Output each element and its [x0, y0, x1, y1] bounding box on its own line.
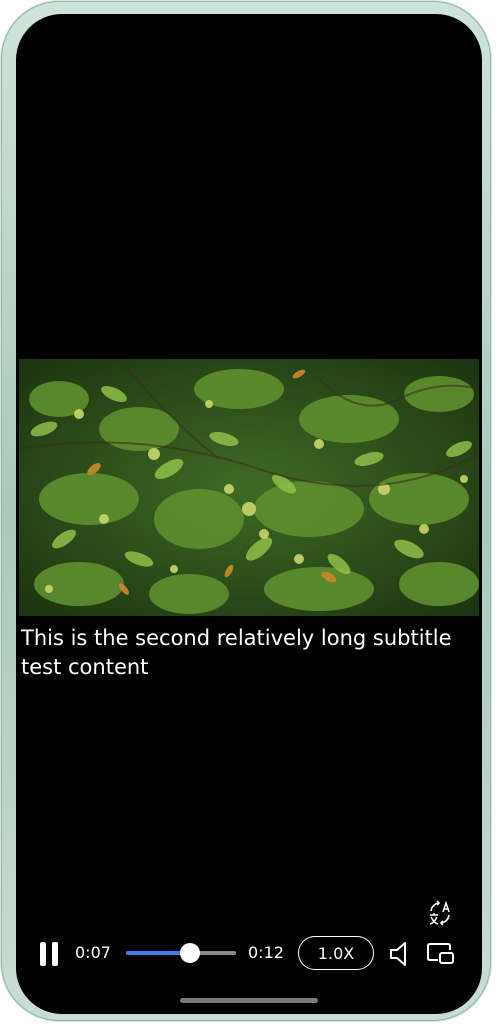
video-frame[interactable] [19, 359, 479, 616]
pause-button[interactable] [36, 939, 62, 969]
subtitle-text: This is the second relatively long subti… [21, 626, 452, 679]
volume-button[interactable] [388, 939, 414, 969]
playback-speed-button[interactable]: 1.0X [298, 936, 374, 970]
translate-icon [429, 900, 450, 926]
video-player-screen: This is the second relatively long subti… [16, 14, 482, 1014]
phone-frame: This is the second relatively long subti… [1, 1, 491, 1021]
total-time: 0:12 [248, 943, 284, 962]
home-indicator[interactable] [180, 998, 318, 1003]
pause-icon-bar [52, 942, 58, 966]
picture-in-picture-button[interactable] [426, 940, 456, 968]
translate-button[interactable] [426, 899, 454, 927]
progress-knob[interactable] [179, 943, 200, 963]
speaker-icon [390, 942, 406, 966]
progress-slider[interactable] [126, 943, 236, 963]
video-foliage-image [19, 359, 479, 616]
picture-in-picture-icon [427, 943, 454, 964]
current-time: 0:07 [75, 943, 111, 962]
playback-controls: 0:07 0:12 1.0X [16, 900, 482, 982]
pause-icon [40, 942, 46, 966]
